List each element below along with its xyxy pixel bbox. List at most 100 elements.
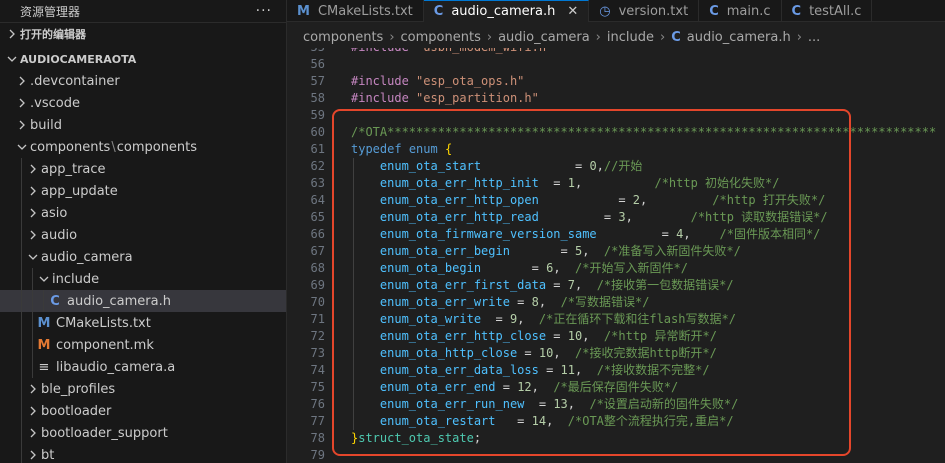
indent-guide bbox=[21, 356, 22, 378]
code-token: "esp_partition.h" bbox=[416, 91, 539, 105]
open-editors-section[interactable]: 打开的编辑器 bbox=[0, 22, 286, 44]
code-line: 62 enum_ota_start = 0,//开始 bbox=[287, 158, 945, 175]
clock-icon: ◷ bbox=[599, 3, 611, 19]
line-source: enum_ota_start = 0,//开始 bbox=[351, 158, 642, 175]
line-source: #include "esp_ota_ops.h" bbox=[351, 73, 524, 90]
line-number: 56 bbox=[310, 57, 325, 71]
line-number: 55 bbox=[287, 48, 325, 56]
more-actions-icon[interactable]: ··· bbox=[256, 3, 272, 19]
tree-folder[interactable]: bt bbox=[0, 444, 286, 463]
tree-folder[interactable]: include bbox=[0, 268, 286, 290]
code-line: 59 bbox=[287, 107, 945, 124]
code-token: enum_ota_firmware_version_same bbox=[379, 227, 597, 241]
tree-file[interactable]: Caudio_camera.h bbox=[0, 290, 286, 312]
line-source: enum_ota_err_begin = 5, /*准备写入新固件失败*/ bbox=[351, 243, 741, 260]
c-file-icon: C bbox=[50, 293, 60, 309]
code-line: 75 enum_ota_err_end = 12, /*最后保存固件失败*/ bbox=[287, 379, 945, 396]
code-token: , bbox=[582, 244, 604, 258]
line-number: 75 bbox=[310, 380, 325, 394]
line-source: }struct_ota_state; bbox=[351, 430, 481, 447]
indent-guide bbox=[21, 444, 22, 463]
code-token: = bbox=[546, 278, 568, 292]
chevron-right-icon: › bbox=[389, 29, 395, 45]
indent-guide bbox=[32, 312, 33, 334]
code-token: 0 bbox=[589, 159, 597, 173]
code-token: , bbox=[567, 397, 590, 411]
tree-folder[interactable]: app_update bbox=[0, 180, 286, 202]
indent-guide bbox=[32, 334, 33, 356]
tree-item-label: .vscode bbox=[30, 95, 80, 111]
tree-folder[interactable]: app_trace bbox=[0, 158, 286, 180]
tree-folder[interactable]: audio_camera bbox=[0, 246, 286, 268]
line-source: #include "esp_partition.h" bbox=[351, 90, 539, 107]
line-source: enum_ota_restart = 14, /*OTA整个流程执行完,重启*/ bbox=[351, 413, 734, 430]
code-token: = bbox=[481, 312, 510, 326]
code-token: /*OTA***********************************… bbox=[351, 125, 937, 139]
code-line: 60 /*OTA*********************************… bbox=[287, 124, 945, 141]
workspace-root-label: AUDIOCAMERAOTA bbox=[20, 52, 137, 66]
code-token: , bbox=[531, 380, 554, 394]
tree-file[interactable]: ≡ libaudio_camera.a bbox=[0, 356, 286, 378]
code-line: 74 enum_ota_err_data_loss = 11, /*接收数据不完… bbox=[287, 362, 945, 379]
c-file-icon: C bbox=[709, 3, 719, 19]
code-token: typedef bbox=[351, 142, 402, 156]
breadcrumb-item[interactable]: include bbox=[607, 30, 654, 45]
code-line: 72 enum_ota_err_http_close = 10, /*http … bbox=[287, 328, 945, 345]
line-source: enum_ota_err_write = 8, /*写数据错误*/ bbox=[351, 294, 650, 311]
tree-file[interactable]: M CMakeLists.txt bbox=[0, 312, 286, 334]
tab-testall-c[interactable]: CtestAll.c bbox=[782, 0, 873, 22]
code-line: 79 bbox=[287, 447, 945, 463]
code-token: /*http 打开失败*/ bbox=[712, 193, 826, 207]
tree-folder[interactable]: asio bbox=[0, 202, 286, 224]
code-editor[interactable]: 55 #include "usbh_modem_wifi.h" 56 57 #inclu… bbox=[287, 48, 945, 463]
chevron-right-icon bbox=[25, 428, 41, 438]
tab-audio-camera-h[interactable]: Caudio_camera.h ✕ bbox=[423, 0, 590, 22]
line-source: enum_ota_firmware_version_same = 4, /*固件… bbox=[351, 226, 821, 243]
indent-guide bbox=[43, 290, 44, 312]
workspace-root[interactable]: AUDIOCAMERAOTA bbox=[0, 48, 286, 70]
tree-folder[interactable]: components \ components bbox=[0, 136, 286, 158]
code-token: /*接收完数据http断开*/ bbox=[575, 346, 717, 360]
tree-folder[interactable]: audio bbox=[0, 224, 286, 246]
breadcrumb-item[interactable]: components bbox=[401, 30, 481, 45]
tab-version-txt[interactable]: ◷ version.txt bbox=[589, 0, 700, 22]
tab-cmakelists-txt[interactable]: M CMakeLists.txt bbox=[287, 0, 424, 22]
breadcrumb-item[interactable]: audio_camera bbox=[498, 30, 590, 45]
code-line: 76 enum_ota_err_run_new = 13, /*设置启动新的固件… bbox=[287, 396, 945, 413]
breadcrumb-file[interactable]: audio_camera.h bbox=[687, 30, 791, 45]
close-icon[interactable]: ✕ bbox=[567, 4, 578, 19]
tree-file[interactable]: Mcomponent.mk bbox=[0, 334, 286, 356]
breadcrumb-symbol[interactable]: ... bbox=[808, 30, 820, 45]
chevron-right-icon: › bbox=[486, 29, 493, 45]
path-separator: \ bbox=[111, 139, 116, 155]
code-token: = bbox=[538, 193, 633, 207]
line-number: 66 bbox=[310, 227, 325, 241]
line-source: #include "usbh_modem_wifi.h" bbox=[351, 48, 553, 56]
code-token: enum_ota_err_http_read bbox=[379, 210, 539, 224]
tree-item-label: bootloader_support bbox=[41, 425, 168, 441]
tree-item-label: bootloader bbox=[41, 403, 112, 419]
tree-folder[interactable]: ble_profiles bbox=[0, 378, 286, 400]
indent-guide bbox=[21, 378, 22, 400]
tree-folder[interactable]: bootloader bbox=[0, 400, 286, 422]
code-token: enum_ota_err_write bbox=[379, 295, 510, 309]
code-token: , bbox=[596, 159, 604, 173]
tree-folder[interactable]: .vscode bbox=[0, 92, 286, 114]
indent-guide bbox=[21, 268, 22, 290]
code-token: enum_ota_err_run_new bbox=[379, 397, 525, 411]
tree-folder[interactable]: .devcontainer bbox=[0, 70, 286, 92]
tree-folder[interactable]: bootloader_support bbox=[0, 422, 286, 444]
code-token: #include bbox=[351, 74, 409, 88]
indent-guide bbox=[32, 268, 33, 290]
code-token: enum_ota_http_close bbox=[379, 346, 518, 360]
tree-folder[interactable]: build bbox=[0, 114, 286, 136]
line-source: enum_ota_err_first_data = 7, /*接收第一包数据错误… bbox=[351, 277, 734, 294]
tab-main-c[interactable]: Cmain.c bbox=[699, 0, 782, 22]
line-source: enum_ota_err_run_new = 13, /*设置启动新的固件失败*… bbox=[351, 396, 738, 413]
code-line: 70 enum_ota_err_write = 8, /*写数据错误*/ bbox=[287, 294, 945, 311]
breadcrumb-item[interactable]: components bbox=[303, 30, 383, 45]
